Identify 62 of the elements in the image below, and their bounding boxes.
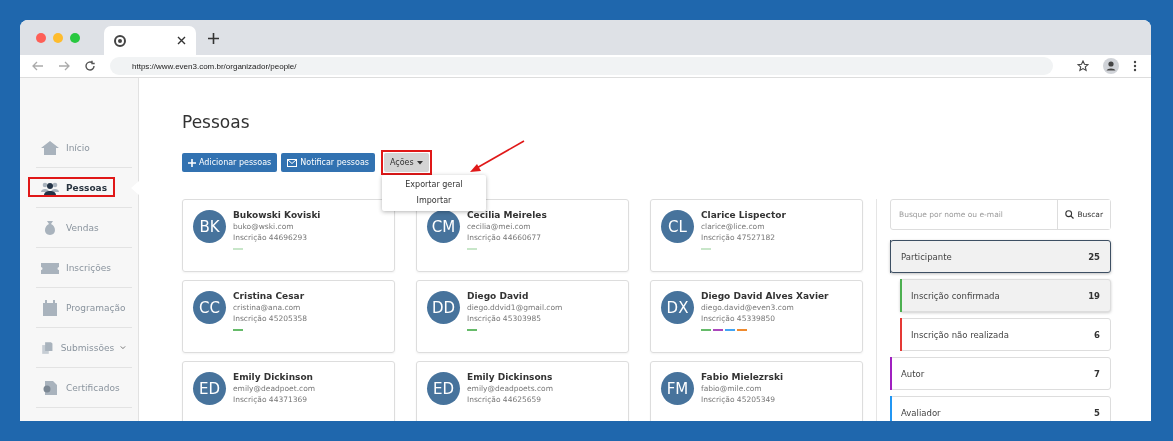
filter-label: Avaliador [901, 407, 941, 418]
toolbar-button[interactable]: Adicionar pessoas [182, 153, 278, 172]
person-name: Clarice Lispector [701, 210, 786, 220]
globe-icon [114, 34, 126, 47]
search-icon [1065, 210, 1075, 219]
avatar: BK [193, 210, 226, 243]
filter-label: Participante [901, 251, 952, 262]
profile-icon[interactable] [1103, 58, 1119, 74]
calendar-icon [40, 299, 60, 316]
annotation-arrow [469, 140, 525, 174]
plus-icon [188, 158, 196, 167]
filter-count: 25 [1088, 251, 1100, 262]
house-icon [40, 139, 60, 156]
address-bar[interactable]: https://www.even3.com.br/organizador/people/ [110, 57, 1053, 75]
avatar: ED [193, 372, 226, 405]
avatar: DX [661, 291, 694, 324]
avatar: DD [427, 291, 460, 324]
person-name: Fabio Mielezrski [701, 372, 783, 382]
filter-item[interactable]: Inscrição não realizada 6 [900, 318, 1111, 351]
filter-item[interactable]: Avaliador 5 [890, 396, 1111, 421]
filter-count: 5 [1094, 407, 1100, 418]
avatar: CC [193, 291, 226, 324]
menu-item[interactable]: Exportar geral [382, 177, 486, 193]
person-name: Cristina Cesar [233, 291, 306, 301]
envelope-icon [287, 158, 298, 167]
star-icon[interactable] [1077, 60, 1089, 72]
browser-tab[interactable] [104, 26, 196, 55]
avatar: CM [427, 210, 460, 243]
sidebar-label: Pessoas [66, 182, 108, 193]
more-options-icon[interactable] [1133, 60, 1137, 72]
person-name: Emily Dickinsons [467, 372, 553, 382]
sidebar-label: Inscrições [66, 262, 111, 273]
avatar: CL [661, 210, 694, 243]
filter-item[interactable]: Participante 25 [890, 240, 1111, 273]
avatar: FM [661, 372, 694, 405]
actions-dropdown-button[interactable]: Ações [384, 153, 429, 172]
sidebar-label: Submissões [60, 342, 115, 353]
close-icon[interactable] [177, 36, 186, 45]
reload-icon[interactable] [84, 60, 96, 72]
filter-count: 6 [1094, 329, 1100, 340]
filter-label: Inscrição não realizada [911, 329, 1009, 340]
sidebar-label: Certificados [66, 382, 120, 393]
page-title: Pessoas [182, 112, 251, 132]
person-name: Diego David [467, 291, 530, 301]
filter-count: 19 [1088, 290, 1100, 301]
sidebar-label: Início [66, 142, 90, 153]
toolbar-button[interactable]: Notificar pessoas [281, 153, 375, 172]
sidebar-label: Vendas [66, 222, 99, 233]
caret-icon [416, 160, 423, 165]
filter-label: Inscrição confirmada [911, 290, 1000, 301]
person-name: Diego David Alves Xavier [701, 291, 829, 301]
new-tab-icon[interactable] [208, 33, 219, 44]
filter-count: 7 [1094, 368, 1100, 379]
person-name: Cecilia Meireles [467, 210, 547, 220]
filter-item[interactable]: Inscrição confirmada 19 [900, 279, 1111, 312]
document-icon [40, 339, 55, 356]
sidebar-label: Programação [66, 302, 126, 313]
person-name: Emily Dickinson [233, 372, 314, 382]
person-name: Bukowski Koviski [233, 210, 321, 220]
filter-label: Autor [901, 368, 925, 379]
filter-item[interactable]: Autor 7 [890, 357, 1111, 390]
avatar: ED [427, 372, 460, 405]
